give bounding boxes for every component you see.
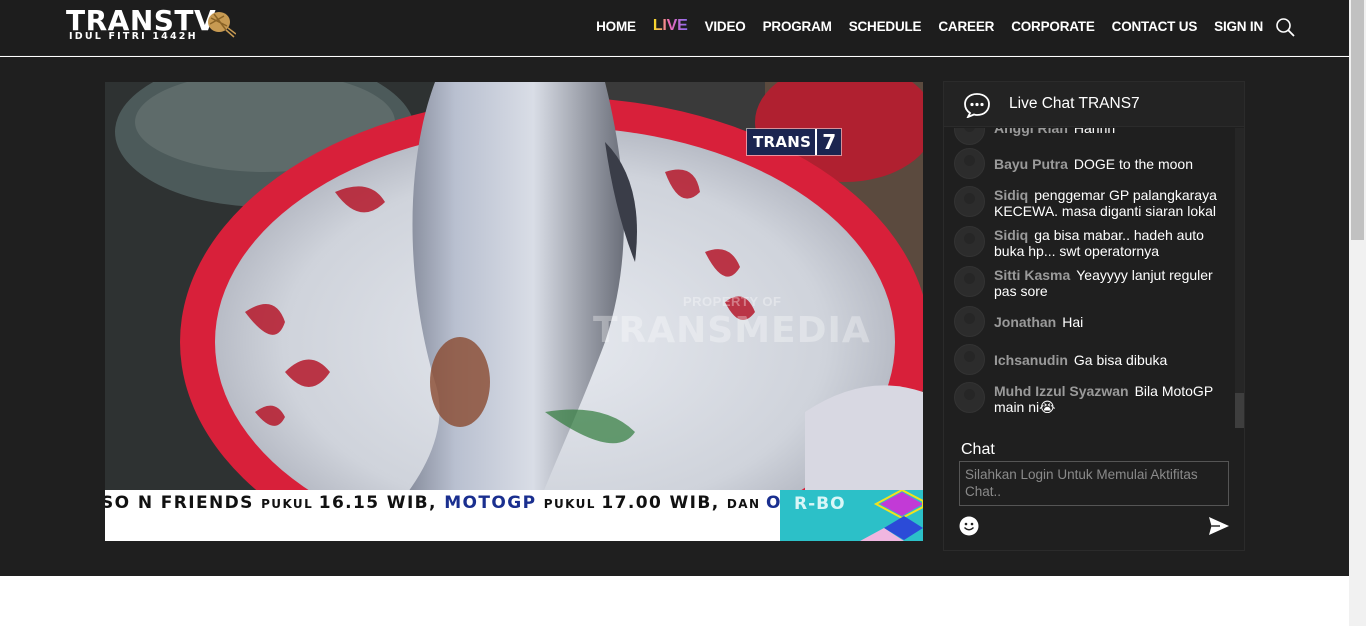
nav-career[interactable]: CAREER	[938, 19, 994, 34]
live-chat-panel: Live Chat TRANS7 Anggi Rian Hahhh Bayu Pu…	[943, 81, 1245, 551]
user-avatar-icon	[954, 382, 985, 413]
channel-logo: TRANS 7	[746, 128, 843, 156]
ticker-seg: DAN	[726, 497, 766, 511]
user-avatar-icon	[954, 186, 985, 217]
channel-logo-number: 7	[815, 129, 842, 155]
chat-message-body: Sidiq penggemar GP palangkaraya KECEWA. m…	[994, 187, 1230, 219]
chat-text: Hahhh	[1073, 128, 1116, 136]
emoji-icon[interactable]	[959, 516, 979, 536]
chat-scrollbar[interactable]	[1235, 128, 1244, 428]
nav-contact-us[interactable]: CONTACT US	[1112, 19, 1198, 34]
chat-input-area: Chat	[944, 432, 1244, 550]
chat-message-body: Sitti Kasma Yeayyyy lanjut reguler pas so…	[994, 267, 1230, 299]
main-nav: HOME LIVE VIDEO PROGRAM SCHEDULE CAREER …	[596, 0, 1263, 52]
chat-message-body: Bayu Putra DOGE to the moon	[994, 156, 1230, 172]
ticker-seg: PUKUL	[543, 497, 602, 511]
ticker-decoration-icon	[860, 490, 923, 541]
ticker-seg: SO N FRIENDS	[105, 493, 262, 513]
ketupat-icon	[208, 12, 236, 38]
chat-message-body: Sidiq ga bisa mabar.. hadeh auto buka hp.…	[994, 227, 1230, 259]
main-content: TRANS 7 PROPERTY OF TRANSMEDIA SO N FRIE…	[0, 57, 1349, 576]
search-icon[interactable]	[1275, 17, 1295, 37]
ticker-text: SO N FRIENDS PUKUL 16.15 WIB, MOTOGP PUK…	[105, 493, 838, 513]
chat-bubble-icon	[964, 93, 990, 118]
page: TRANSTV IDUL FITRI 1442H HOME LIVE VIDEO…	[0, 0, 1366, 626]
nav-schedule[interactable]: SCHEDULE	[849, 19, 922, 34]
page-scrollbar[interactable]	[1349, 0, 1366, 626]
send-icon[interactable]	[1208, 516, 1230, 536]
chat-username: Anggi Rian	[994, 128, 1068, 136]
nav-corporate[interactable]: CORPORATE	[1011, 19, 1095, 34]
chat-label: Chat	[961, 441, 995, 458]
user-avatar-icon	[954, 128, 985, 145]
ticker-end-panel: R-BO	[780, 490, 923, 541]
chat-message-body: Muhd Izzul Syazwan Bila MotoGP main ni😭	[994, 383, 1230, 415]
watermark-small: PROPERTY OF	[683, 294, 782, 309]
chat-username: Sitti Kasma	[994, 267, 1071, 283]
user-avatar-icon	[954, 148, 985, 179]
chat-header: Live Chat TRANS7	[944, 82, 1244, 127]
chat-text: Ga bisa dibuka	[1073, 352, 1168, 368]
ticker-seg: MOTOGP	[444, 493, 544, 513]
channel-logo-text: TRANS	[747, 129, 816, 155]
ticker-seg: PUKUL	[261, 497, 319, 511]
nav-sign-in[interactable]: SIGN IN	[1214, 19, 1263, 34]
nav-program[interactable]: PROGRAM	[763, 19, 832, 34]
logo-subtitle: IDUL FITRI 1442H	[69, 31, 198, 42]
user-avatar-icon	[954, 306, 985, 337]
news-ticker: SO N FRIENDS PUKUL 16.15 WIB, MOTOGP PUK…	[105, 490, 923, 541]
ticker-seg: 17.00 WIB,	[601, 493, 727, 513]
transtv-logo[interactable]: TRANSTV IDUL FITRI 1442H	[66, 6, 236, 42]
chat-username: Sidiq	[994, 187, 1029, 203]
chat-username: Ichsanudin	[994, 352, 1068, 368]
chat-username: Sidiq	[994, 227, 1029, 243]
user-avatar-icon	[954, 226, 985, 257]
chat-message-list[interactable]: Anggi Rian Hahhh Bayu Putra DOGE to the mo…	[944, 128, 1234, 428]
watermark-big: TRANSMEDIA	[593, 310, 871, 351]
chat-scrollbar-thumb[interactable]	[1235, 393, 1244, 428]
chat-text: Hai	[1062, 314, 1084, 330]
live-video-player[interactable]: TRANS 7 PROPERTY OF TRANSMEDIA SO N FRIE…	[105, 82, 923, 541]
user-avatar-icon	[954, 344, 985, 375]
chat-message-body: Jonathan Hai	[994, 314, 1230, 330]
nav-live[interactable]: LIVE	[653, 17, 688, 35]
chat-title: Live Chat TRANS7	[1009, 95, 1140, 112]
chat-message-body: Anggi Rian Hahhh	[994, 128, 1230, 136]
chat-username: Jonathan	[994, 314, 1057, 330]
site-header: TRANSTV IDUL FITRI 1442H HOME LIVE VIDEO…	[0, 0, 1349, 56]
user-avatar-icon	[954, 266, 985, 297]
ticker-seg: 16.15 WIB,	[318, 493, 445, 513]
nav-video[interactable]: VIDEO	[705, 19, 746, 34]
chat-text: DOGE to the moon	[1073, 156, 1193, 172]
chat-input[interactable]	[959, 461, 1229, 506]
chat-username: Bayu Putra	[994, 156, 1068, 172]
nav-home[interactable]: HOME	[596, 19, 636, 34]
chat-username: Muhd Izzul Syazwan	[994, 383, 1129, 399]
chat-message-body: Ichsanudin Ga bisa dibuka	[994, 352, 1230, 368]
page-scrollbar-thumb[interactable]	[1351, 0, 1364, 240]
